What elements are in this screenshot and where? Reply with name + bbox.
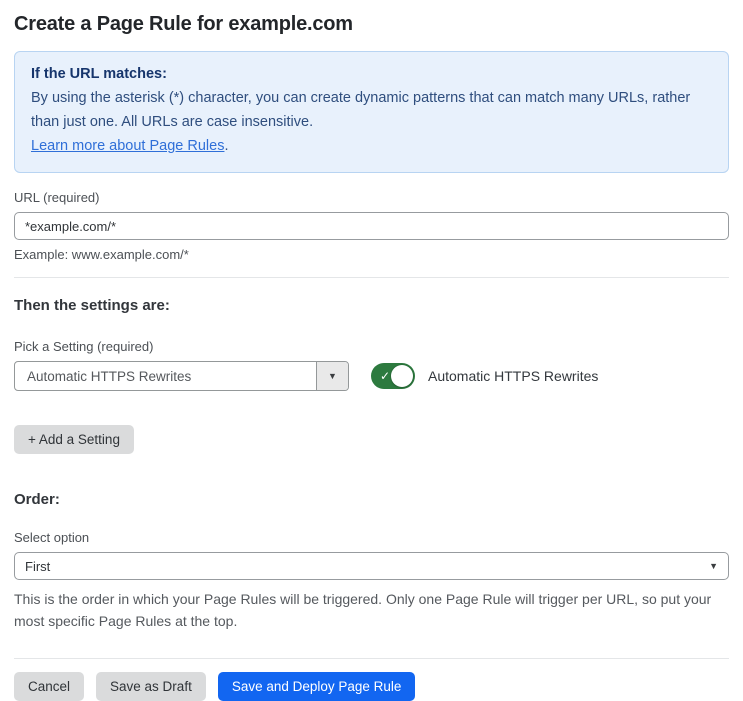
chevron-down-icon: ▼ — [709, 561, 718, 571]
check-icon: ✓ — [380, 369, 391, 383]
info-box-body-text: By using the asterisk (*) character, you… — [31, 90, 691, 130]
order-helper-text: This is the order in which your Page Rul… — [14, 591, 712, 629]
footer-divider — [14, 658, 729, 659]
url-matches-info-box: If the URL matches: By using the asteris… — [14, 51, 729, 173]
save-as-draft-button[interactable]: Save as Draft — [96, 672, 206, 701]
pick-setting-label: Pick a Setting (required) — [14, 339, 154, 354]
settings-section-heading: Then the settings are: — [14, 297, 170, 314]
url-input[interactable] — [14, 212, 729, 240]
footer-actions: Cancel Save as Draft Save and Deploy Pag… — [14, 672, 729, 701]
order-section-heading: Order: — [14, 491, 60, 508]
order-select-value: First — [25, 558, 51, 574]
link-suffix: . — [224, 138, 229, 154]
cancel-button[interactable]: Cancel — [14, 672, 85, 701]
section-divider — [14, 277, 729, 278]
setting-dropdown[interactable]: Automatic HTTPS Rewrites ▼ — [14, 361, 349, 391]
info-box-body: By using the asterisk (*) character, you… — [31, 86, 712, 158]
toggle-knob — [391, 365, 413, 387]
info-box-heading: If the URL matches: — [31, 66, 167, 82]
setting-toggle[interactable]: ✓ — [371, 363, 415, 389]
setting-toggle-label: Automatic HTTPS Rewrites — [428, 368, 599, 384]
setting-dropdown-button[interactable]: ▼ — [316, 362, 348, 390]
url-field-label: URL (required) — [14, 190, 100, 205]
order-select-label: Select option — [14, 530, 90, 545]
url-example-helper: Example: www.example.com/* — [14, 247, 189, 262]
save-and-deploy-button[interactable]: Save and Deploy Page Rule — [217, 672, 416, 701]
learn-more-link[interactable]: Learn more about Page Rules — [31, 138, 224, 154]
chevron-down-icon: ▼ — [328, 371, 337, 381]
page-title: Create a Page Rule for example.com — [14, 13, 353, 35]
setting-dropdown-value: Automatic HTTPS Rewrites — [27, 368, 192, 384]
add-setting-button[interactable]: + Add a Setting — [14, 425, 134, 454]
order-select[interactable]: First ▼ — [14, 552, 729, 580]
setting-row: Automatic HTTPS Rewrites ▼ ✓ Automatic H… — [14, 361, 729, 391]
